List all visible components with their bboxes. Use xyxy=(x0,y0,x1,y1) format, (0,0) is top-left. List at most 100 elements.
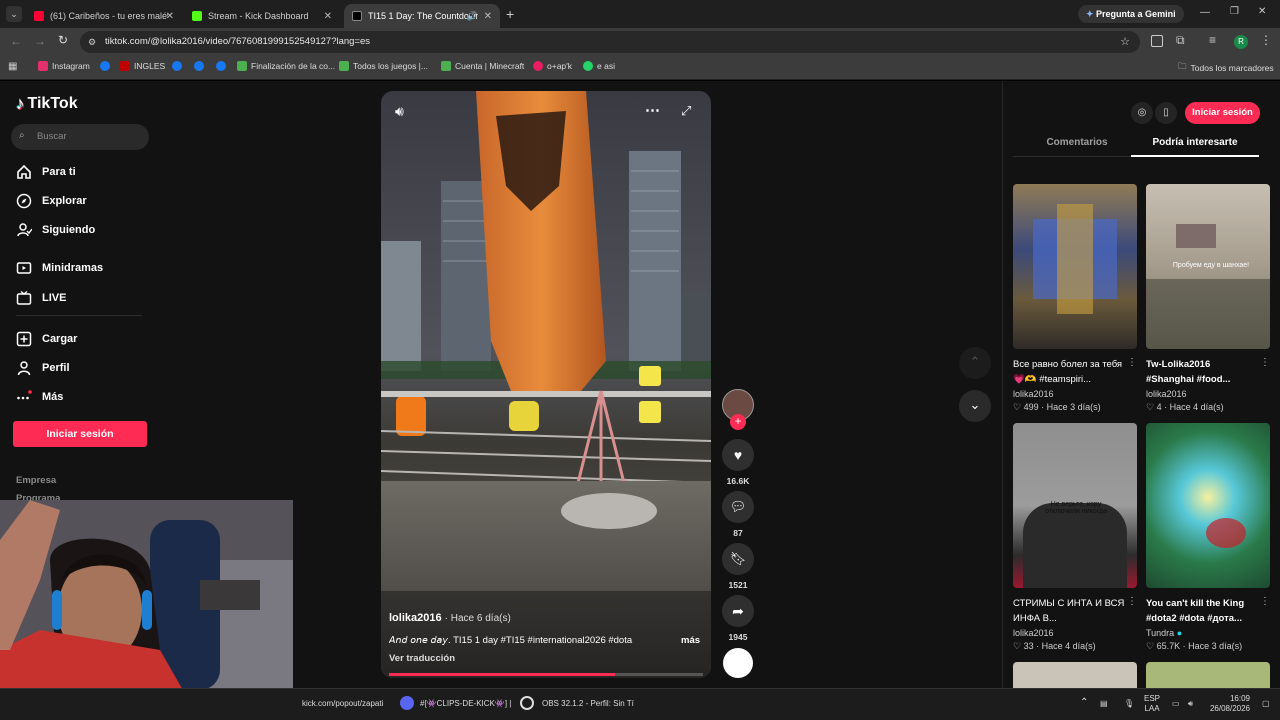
tiktok-logo[interactable]: ♪ TikTok xyxy=(16,94,78,114)
bookmark-facebook[interactable] xyxy=(100,61,114,71)
card-title: СТРИМЫ С ИНТА И ВСЯ ИНФА В... xyxy=(1013,598,1125,624)
reload-button[interactable]: ↻ xyxy=(58,33,68,47)
nav-label: Cargar xyxy=(42,333,78,345)
card-meta: ♡ 65.7K · Hace 3 día(s) xyxy=(1146,641,1270,652)
tab-podria-interesarte[interactable]: Podría interesarte xyxy=(1131,137,1259,148)
tab-tiktok[interactable]: TI15 1 Day: The Countdown 🔊 ✕ xyxy=(344,4,500,28)
tab-kick[interactable]: Stream - Kick Dashboard ✕ xyxy=(184,4,340,28)
restore-button[interactable]: ❐ xyxy=(1230,6,1239,17)
taskbar-item-discord[interactable]: #[👾CLIPS-DE-KICK👾] | xyxy=(400,696,511,710)
recommended-video-card[interactable]: You can't kill the King #dota2 #dota #до… xyxy=(1146,423,1270,652)
lang-indicator[interactable]: ESP LAA xyxy=(1144,694,1160,714)
taskbar-item-obs[interactable]: OBS 32.1.2 - Perfil: Sin Tí xyxy=(520,696,634,710)
network-icon[interactable]: ▭ xyxy=(1172,699,1180,708)
bookmark-facebook[interactable] xyxy=(172,61,186,71)
music-disc[interactable] xyxy=(723,648,753,678)
volume-icon[interactable]: 🔊︎ xyxy=(395,103,404,120)
previous-video-button[interactable]: ⌃ xyxy=(959,347,991,379)
bookmark-facebook[interactable] xyxy=(194,61,208,71)
card-title: You can't kill the King #dota2 #dota #до… xyxy=(1146,598,1245,624)
media-icon[interactable] xyxy=(1151,35,1163,47)
follow-plus-button[interactable]: + xyxy=(730,414,746,430)
tab-search-button[interactable]: ⌄ xyxy=(6,6,22,22)
nav-para-ti[interactable]: Para ti xyxy=(16,164,76,180)
bookmark-apk[interactable]: o+ap'k xyxy=(533,61,572,71)
nav-cargar[interactable]: Cargar xyxy=(16,331,77,347)
forward-button[interactable]: → xyxy=(34,34,46,48)
facebook-icon xyxy=(100,61,110,71)
tab-label: TI15 1 Day: The Countdown xyxy=(368,11,478,21)
like-button[interactable]: ♥ xyxy=(722,439,754,471)
gemini-label: Pregunta a Gemini xyxy=(1096,9,1176,19)
bookmark-minecraft[interactable]: Cuenta | Minecraft xyxy=(441,61,524,71)
back-button[interactable]: ← xyxy=(10,34,22,48)
url-input[interactable]: ⚙ tiktok.com/@lolika2016/video/767608199… xyxy=(80,31,1140,53)
tab-youtube[interactable]: (61) Caribeños - tu eres malévo ✕ xyxy=(26,4,182,28)
more-options-icon[interactable]: ⋯ xyxy=(645,101,660,119)
panel-login-button[interactable]: Iniciar sesión xyxy=(1185,102,1260,124)
video-thumbnail xyxy=(1013,184,1137,349)
extensions-icon[interactable]: ⧉ xyxy=(1176,33,1185,48)
footer-empresa[interactable]: Empresa xyxy=(16,475,56,486)
recommended-video-card[interactable]: Все равно болел за тебя💗🫶 #teamspiri... … xyxy=(1013,184,1137,413)
card-more-icon[interactable]: ⋮ xyxy=(1260,357,1270,368)
close-icon[interactable]: ✕ xyxy=(324,11,332,22)
bookmark-finalizacion[interactable]: Finalización de la co... xyxy=(237,61,335,71)
tray-chevron-icon[interactable]: ⌃ xyxy=(1080,697,1088,708)
gemini-button[interactable]: ✦ Pregunta a Gemini xyxy=(1078,5,1184,23)
new-tab-button[interactable]: + xyxy=(506,6,514,22)
next-video-button[interactable]: ⌄ xyxy=(959,390,991,422)
bookmark-instagram[interactable]: Instagram xyxy=(38,61,90,71)
translate-link[interactable]: Ver traducción xyxy=(389,653,455,664)
bookmark-label: Todos los juegos |... xyxy=(353,61,428,71)
login-button[interactable]: Iniciar sesión xyxy=(13,421,147,447)
bookmark-ingles[interactable]: INGLES xyxy=(120,61,165,71)
site-info-icon[interactable]: ⚙ xyxy=(88,31,96,53)
nav-live[interactable]: LIVE xyxy=(16,290,66,306)
bookmark-todos-juegos[interactable]: Todos los juegos |... xyxy=(339,61,428,71)
search-input[interactable]: ⌕ Buscar xyxy=(11,124,149,150)
menu-icon[interactable]: ⋮ xyxy=(1260,33,1272,47)
close-icon[interactable]: ✕ xyxy=(166,11,174,22)
card-more-icon[interactable]: ⋮ xyxy=(1260,596,1270,607)
close-icon[interactable]: ✕ xyxy=(484,11,492,22)
nav-mas[interactable]: Más xyxy=(16,389,63,405)
video-author[interactable]: lolika2016 · Hace 6 día(s) xyxy=(389,612,511,624)
fullscreen-icon[interactable]: ⤢ xyxy=(681,103,691,119)
nav-explorar[interactable]: Explorar xyxy=(16,193,87,209)
all-bookmarks[interactable]: 🗀 Todos los marcadores xyxy=(1178,61,1274,75)
speaker-icon[interactable]: 🔊 xyxy=(467,11,478,22)
apps-grid-icon[interactable]: ▦ xyxy=(8,61,17,72)
volume-tray-icon[interactable]: 🔊︎ xyxy=(1188,699,1193,709)
more-caption-button[interactable]: más xyxy=(681,635,700,646)
profile-avatar[interactable]: R xyxy=(1234,35,1248,49)
minimize-button[interactable]: — xyxy=(1200,7,1210,18)
microphone-icon[interactable]: 🎙︎ xyxy=(1124,699,1134,708)
taskbar-item-kick[interactable]: kick.com/popout/zapati xyxy=(302,699,383,708)
nav-siguiendo[interactable]: Siguiendo xyxy=(16,222,95,238)
nav-perfil[interactable]: Perfil xyxy=(16,360,70,376)
clock[interactable]: 16:09 26/08/2026 xyxy=(1208,694,1250,714)
progress-track[interactable] xyxy=(389,673,703,676)
card-more-icon[interactable]: ⋮ xyxy=(1127,596,1137,607)
recommended-video-card[interactable]: Не верьте, кору отключили никогда СТРИМЫ… xyxy=(1013,423,1137,652)
bookmark-facebook[interactable] xyxy=(216,61,230,71)
tray-app-icon[interactable]: ▤ xyxy=(1100,699,1108,708)
share-button[interactable]: ➦ xyxy=(722,595,754,627)
bookmark-star-icon[interactable]: ☆ xyxy=(1120,31,1130,53)
recommended-video-card[interactable]: Пробуем еду в шанхае! Tw-Lolika2016 #Sha… xyxy=(1146,184,1270,413)
heart-icon: ♥ xyxy=(733,447,743,463)
video-thumbnail xyxy=(1146,423,1270,588)
save-button[interactable]: 🔖︎ xyxy=(722,543,754,575)
video-player[interactable]: 🔊︎ ⋯ ⤢ lolika2016 · Hace 6 día(s) 𝘈𝘯𝘥 𝘰𝘯… xyxy=(381,91,711,678)
close-window-button[interactable]: ✕ xyxy=(1258,6,1266,17)
bookmark-whatsapp[interactable]: e asi xyxy=(583,61,615,71)
phone-button[interactable]: ▯ xyxy=(1155,102,1177,124)
compass-button[interactable]: ◎ xyxy=(1131,102,1153,124)
reading-list-icon[interactable]: ≡ xyxy=(1209,33,1216,47)
notification-icon[interactable]: ▢ xyxy=(1262,699,1270,708)
nav-minidramas[interactable]: Minidramas xyxy=(16,260,103,276)
tab-comentarios[interactable]: Comentarios xyxy=(1013,137,1141,148)
comment-button[interactable]: 💬︎ xyxy=(722,491,754,523)
card-more-icon[interactable]: ⋮ xyxy=(1127,357,1137,368)
